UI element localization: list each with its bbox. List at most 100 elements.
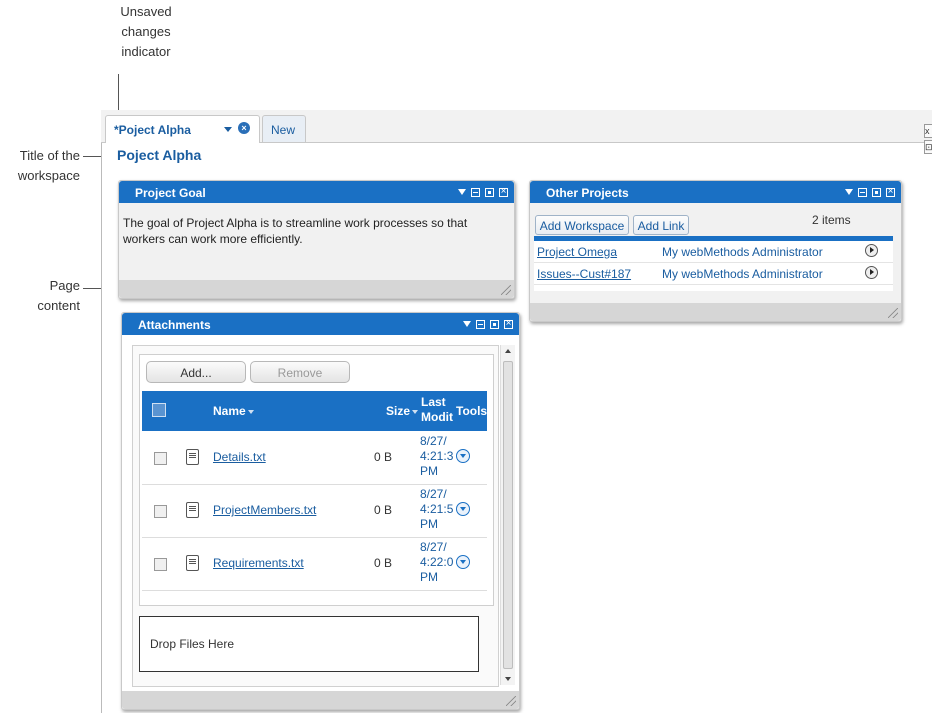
goal-text: The goal of Project Alpha is to streamli… xyxy=(123,216,468,246)
tools-menu-icon[interactable] xyxy=(456,555,470,569)
header-label: Name xyxy=(213,404,246,418)
add-attachment-button[interactable]: Add... xyxy=(146,361,246,383)
resize-grip-icon[interactable] xyxy=(501,285,511,295)
callout-text: indicator xyxy=(121,44,171,59)
resize-grip-icon[interactable] xyxy=(888,308,898,318)
page-content-callout: Page content xyxy=(0,276,80,316)
portlet-title: Attachments xyxy=(138,318,211,332)
chevron-down-icon[interactable] xyxy=(458,189,466,195)
project-owner: My webMethods Administrator xyxy=(662,267,823,281)
project-link[interactable]: Project Omega xyxy=(537,245,617,259)
column-header-size[interactable]: Size xyxy=(386,404,419,418)
workspace-title: Poject Alpha xyxy=(117,147,202,163)
row-checkbox[interactable] xyxy=(154,558,167,571)
portlet-title: Other Projects xyxy=(546,186,629,200)
text-file-icon xyxy=(186,502,199,518)
header-label: Last xyxy=(421,395,446,409)
edge-close-button[interactable]: x xyxy=(924,124,932,138)
portlet-controls xyxy=(845,185,895,199)
tools-menu-icon[interactable] xyxy=(456,449,470,463)
project-goal-portlet: Project Goal The goal of Project Alpha i… xyxy=(118,180,515,299)
date-part: 8/27/ xyxy=(420,487,447,501)
minimize-icon[interactable] xyxy=(471,187,480,197)
sort-icon xyxy=(412,409,419,414)
portlet-title: Project Goal xyxy=(135,186,206,200)
portlet-header: Other Projects xyxy=(530,181,901,203)
edge-window-button[interactable]: ⊡ xyxy=(924,140,932,154)
table-row: ProjectMembers.txt 0 B 8/27/ 4:21:5 PM xyxy=(142,485,487,538)
portlet-body: The goal of Project Alpha is to streamli… xyxy=(119,203,514,279)
tab-label: New xyxy=(271,123,296,137)
sort-icon xyxy=(247,409,254,414)
file-link[interactable]: Details.txt xyxy=(213,450,266,464)
list-item: Project Omega My webMethods Administrato… xyxy=(534,241,893,263)
callout-text: workspace xyxy=(17,168,80,183)
portlet-footer xyxy=(530,303,901,321)
row-checkbox[interactable] xyxy=(154,452,167,465)
date-part: PM xyxy=(420,570,438,584)
tab-new[interactable]: New xyxy=(262,115,306,142)
file-modified: 8/27/ 4:22:0 PM xyxy=(420,540,456,585)
close-icon[interactable] xyxy=(504,317,513,331)
maximize-icon[interactable] xyxy=(872,187,881,197)
add-link-button[interactable]: Add Link xyxy=(633,215,689,235)
callout-text: Page xyxy=(49,278,80,293)
attachments-portlet: Attachments Add... Remove Name Size Last… xyxy=(121,312,520,710)
column-header-tools: Tools xyxy=(456,404,488,418)
scroll-down-icon[interactable] xyxy=(505,677,511,681)
vertical-scrollbar[interactable] xyxy=(500,345,515,685)
file-link[interactable]: Requirements.txt xyxy=(213,556,304,570)
row-checkbox[interactable] xyxy=(154,505,167,518)
table-row: Details.txt 0 B 8/27/ 4:21:3 PM xyxy=(142,432,487,485)
callout-text: content xyxy=(37,298,80,313)
date-part: PM xyxy=(420,464,438,478)
file-link[interactable]: ProjectMembers.txt xyxy=(213,503,316,517)
column-header-modified[interactable]: Last Modit xyxy=(421,395,453,425)
chevron-down-icon[interactable] xyxy=(463,321,471,327)
scrollbar-thumb[interactable] xyxy=(503,361,513,669)
go-arrow-icon[interactable] xyxy=(865,244,878,257)
header-label: Modit xyxy=(421,410,453,424)
portlet-header: Project Goal xyxy=(119,181,514,203)
portlet-controls xyxy=(463,317,513,331)
tab-label: *Poject Alpha xyxy=(114,123,191,137)
date-part: 4:21:5 xyxy=(420,502,454,516)
text-file-icon xyxy=(186,555,199,571)
attachments-panel: Add... Remove Name Size Last Modit Tools… xyxy=(132,345,499,687)
scroll-up-icon[interactable] xyxy=(505,349,511,353)
minimize-icon[interactable] xyxy=(476,319,485,329)
date-part: 4:22:0 xyxy=(420,555,454,569)
callout-text: Title of the xyxy=(19,148,80,163)
portlet-footer xyxy=(122,691,519,709)
drop-files-zone[interactable]: Drop Files Here xyxy=(139,616,479,672)
date-part: PM xyxy=(420,517,438,531)
item-count: 2 items xyxy=(812,213,851,227)
select-all-checkbox-icon[interactable] xyxy=(152,403,166,417)
remove-attachment-button[interactable]: Remove xyxy=(250,361,350,383)
tools-menu-icon[interactable] xyxy=(456,502,470,516)
minimize-icon[interactable] xyxy=(858,187,867,197)
file-size: 0 B xyxy=(374,450,393,464)
close-icon[interactable] xyxy=(499,185,508,199)
date-part: 8/27/ xyxy=(420,540,447,554)
portlet-footer xyxy=(119,280,514,298)
maximize-icon[interactable] xyxy=(490,319,499,329)
go-arrow-icon[interactable] xyxy=(865,266,878,279)
project-link[interactable]: Issues--Cust#187 xyxy=(537,267,631,281)
close-icon[interactable]: × xyxy=(238,122,250,134)
project-owner: My webMethods Administrator xyxy=(662,245,823,259)
close-icon[interactable] xyxy=(886,185,895,199)
column-header-name[interactable]: Name xyxy=(213,404,254,418)
text-file-icon xyxy=(186,449,199,465)
project-list: Project Omega My webMethods Administrato… xyxy=(534,236,893,291)
table-header: Name Size Last Modit Tools xyxy=(142,391,487,431)
workspace-title-callout: Title of the workspace xyxy=(0,146,80,186)
unsaved-changes-callout: Unsaved changes indicator xyxy=(108,2,184,62)
portlet-body: Add... Remove Name Size Last Modit Tools… xyxy=(122,335,519,691)
tab-project-alpha[interactable]: *Poject Alpha × xyxy=(105,115,260,143)
maximize-icon[interactable] xyxy=(485,187,494,197)
chevron-down-icon[interactable] xyxy=(845,189,853,195)
add-workspace-button[interactable]: Add Workspace xyxy=(535,215,629,235)
chevron-down-icon[interactable] xyxy=(224,127,232,132)
resize-grip-icon[interactable] xyxy=(506,696,516,706)
